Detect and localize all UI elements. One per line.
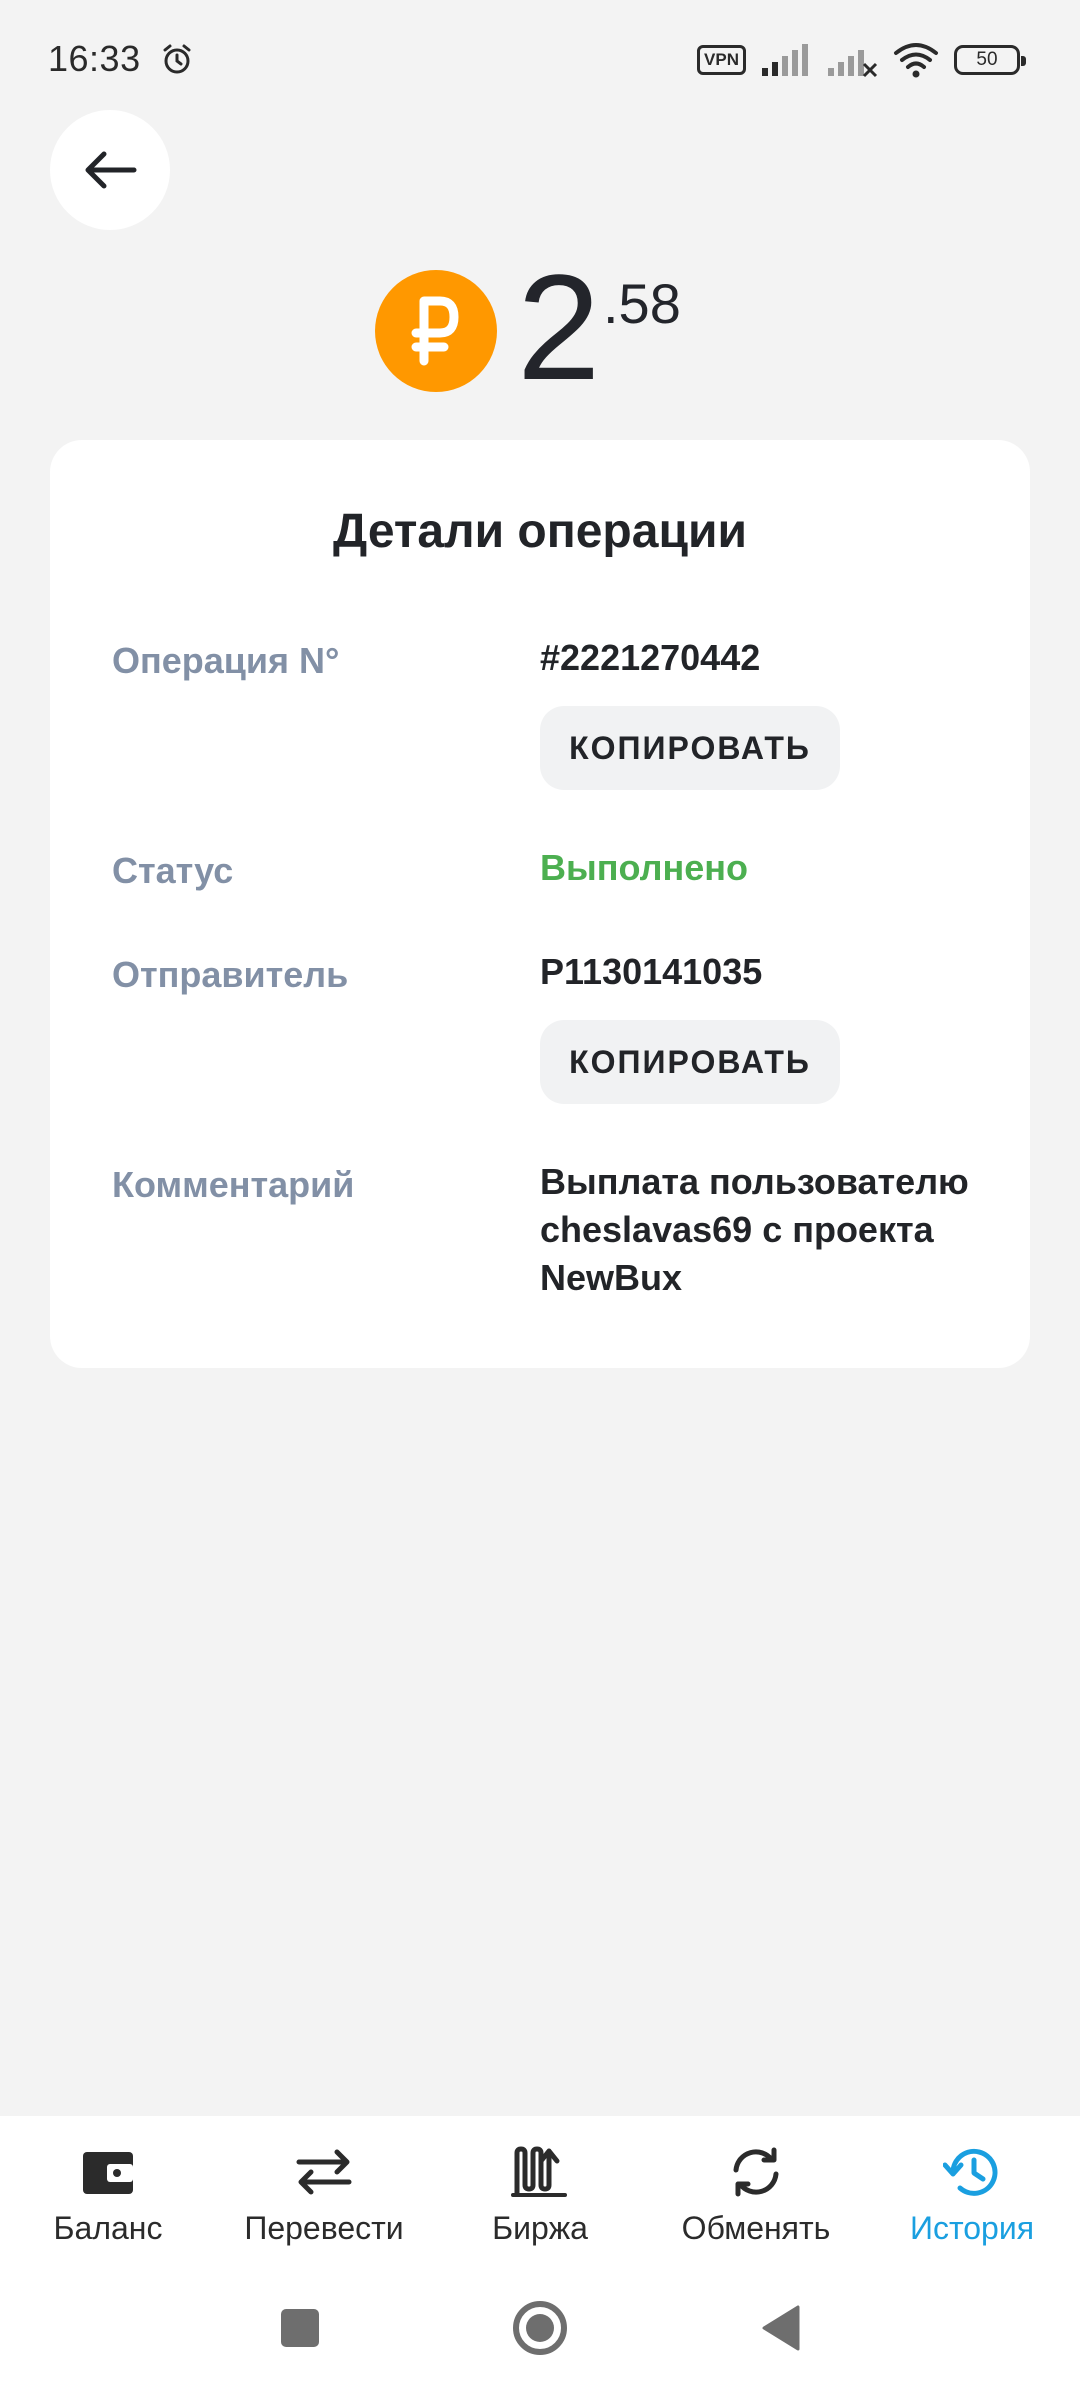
- square-icon: [281, 2309, 319, 2347]
- alarm-icon: [163, 44, 191, 74]
- status-bar: 16:33 VPN 50: [0, 0, 1080, 120]
- amount-integer: 2: [517, 243, 601, 411]
- back-nav-button[interactable]: [740, 2256, 820, 2400]
- recent-apps-button[interactable]: [260, 2256, 340, 2400]
- signal-icon: [762, 44, 808, 76]
- transfer-arrows-icon: [294, 2142, 354, 2202]
- history-clock-icon: [942, 2142, 1002, 2202]
- amount-decimal: .58: [603, 272, 681, 335]
- status-icons: VPN 50: [697, 40, 1026, 80]
- arrow-left-icon: [85, 151, 137, 189]
- system-nav-bar: [0, 2256, 1080, 2400]
- card-title: Детали операции: [333, 505, 747, 558]
- comment-line: cheslavas69 с проекта: [540, 1209, 934, 1250]
- back-button[interactable]: [50, 110, 170, 230]
- comment-line: Выплата пользователю: [540, 1161, 969, 1202]
- operation-number-label: Операция N°: [112, 640, 340, 681]
- copy-operation-number-button[interactable]: КОПИРОВАТЬ: [540, 706, 840, 790]
- wallet-icon: [78, 2142, 138, 2202]
- triangle-back-icon: [762, 2305, 800, 2351]
- comment-value: Выплата пользователю cheslavas69 с проек…: [540, 1158, 969, 1302]
- nav-item-exchange[interactable]: Биржа: [432, 2116, 648, 2256]
- nav-label: Баланс: [53, 2210, 163, 2246]
- nav-item-swap[interactable]: Обменять: [648, 2116, 864, 2256]
- status-label: Статус: [112, 850, 234, 891]
- battery-icon: 50: [954, 45, 1026, 75]
- comment-label: Комментарий: [112, 1164, 355, 1205]
- nav-item-history[interactable]: История: [864, 2116, 1080, 2256]
- ruble-coin-icon: [375, 270, 497, 392]
- nav-item-transfer[interactable]: Перевести: [216, 2116, 432, 2256]
- nav-label: Биржа: [492, 2210, 588, 2246]
- vpn-icon: VPN: [697, 45, 746, 75]
- circle-icon: [513, 2301, 567, 2355]
- status-time: 16:33: [48, 38, 141, 79]
- bottom-nav: Баланс Перевести Биржа Обменять История: [0, 2116, 1080, 2256]
- home-button[interactable]: [500, 2256, 580, 2400]
- nav-label: История: [909, 2210, 1035, 2246]
- sender-label: Отправитель: [112, 954, 349, 995]
- nav-item-balance[interactable]: Баланс: [0, 2116, 216, 2256]
- nav-label: Перевести: [244, 2210, 404, 2246]
- operation-number-value: #2221270442: [540, 637, 761, 678]
- nav-label: Обменять: [681, 2210, 831, 2246]
- wifi-icon: [894, 43, 938, 78]
- sender-value: P1130141035: [540, 951, 763, 992]
- copy-sender-button[interactable]: КОПИРОВАТЬ: [540, 1020, 840, 1104]
- swap-cycle-icon: [726, 2142, 786, 2202]
- exchange-chart-icon: [510, 2142, 570, 2202]
- status-value: Выполнено: [540, 847, 748, 888]
- comment-line: NewBux: [540, 1257, 683, 1298]
- operation-details-card: Детали операции Операция N° #2221270442 …: [50, 440, 1030, 1368]
- signal-no-service-icon: [828, 50, 878, 78]
